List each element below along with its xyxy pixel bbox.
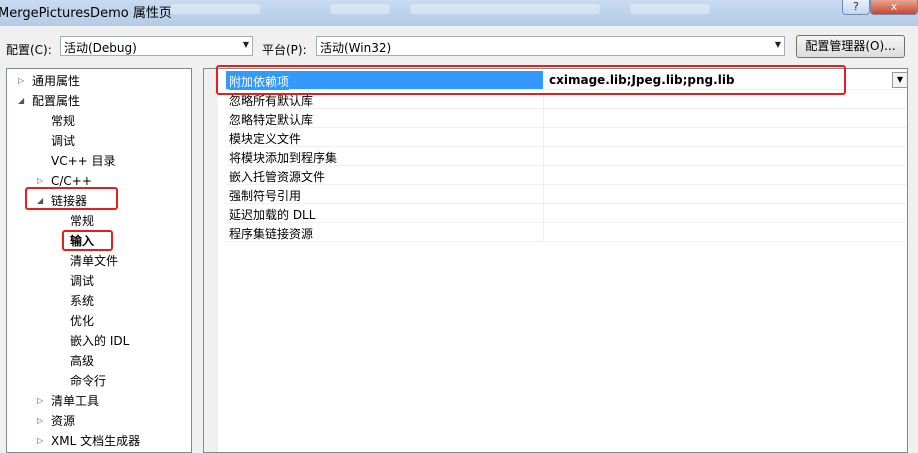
tree-item-label: 优化	[70, 314, 95, 328]
background-tab	[170, 4, 260, 14]
tree-item-general[interactable]: 常规	[7, 111, 191, 131]
property-name: 将模块添加到程序集	[229, 151, 338, 165]
tree-item-system[interactable]: 系统	[7, 291, 191, 311]
config-toolbar: 配置(C): 活动(Debug) ▼ 平台(P): 活动(Win32) ▼ 配置…	[0, 26, 918, 66]
tree-item-label: 清单文件	[70, 254, 119, 268]
tree-item-label: 嵌入的 IDL	[70, 334, 130, 348]
config-manager-button[interactable]: 配置管理器(O)...	[796, 35, 905, 58]
property-name: 延迟加载的 DLL	[229, 208, 316, 222]
property-name: 强制符号引用	[229, 189, 302, 203]
help-button[interactable]: ?	[842, 0, 870, 15]
tree-item-label: VC++ 目录	[51, 154, 116, 168]
background-tab	[630, 4, 710, 14]
chevron-down-icon: ▼	[774, 40, 781, 49]
chevron-down-icon[interactable]: ▼	[892, 72, 907, 88]
tree-item-label: 高级	[70, 354, 95, 368]
property-name: 程序集链接资源	[229, 227, 314, 241]
tree-item-label: 调试	[70, 274, 95, 288]
tree-item-label: 常规	[70, 214, 95, 228]
property-name: 模块定义文件	[229, 132, 302, 146]
property-row[interactable]: 嵌入托管资源文件	[226, 166, 907, 185]
tree-item-label: XML 文档生成器	[51, 434, 141, 448]
platform-select-value: 活动(Win32)	[320, 41, 392, 55]
tree-item-xml-doc-generator[interactable]: ▷ XML 文档生成器	[7, 431, 191, 451]
tree-item-vc-directories[interactable]: VC++ 目录	[7, 151, 191, 171]
tree-item-label: 常规	[51, 114, 76, 128]
tree-item-command-line[interactable]: 命令行	[7, 371, 191, 391]
expand-icon[interactable]: ▷	[18, 71, 24, 91]
tree-item-manifest-tool[interactable]: ▷ 清单工具	[7, 391, 191, 411]
expand-icon[interactable]: ▷	[37, 391, 43, 411]
grid-gutter	[204, 69, 218, 452]
tree-item-label: 资源	[51, 414, 76, 428]
tree-item-debugging[interactable]: 调试	[7, 131, 191, 151]
background-tab	[330, 4, 390, 14]
config-select[interactable]: 活动(Debug) ▼	[60, 36, 253, 56]
tree-item-config-properties[interactable]: ◢ 配置属性	[7, 91, 191, 111]
title-bar: MergePicturesDemo 属性页 ? x	[0, 0, 918, 26]
config-select-value: 活动(Debug)	[64, 41, 137, 55]
tree-item-label: 命令行	[70, 374, 107, 388]
property-tree[interactable]: ▷ 通用属性 ◢ 配置属性 常规 调试 VC++ 目录 ▷ C/C++ ◢ 链接…	[6, 68, 192, 453]
tree-item-label: 清单工具	[51, 394, 100, 408]
property-row[interactable]: 将模块添加到程序集	[226, 147, 907, 166]
property-row[interactable]: 程序集链接资源	[226, 223, 907, 242]
property-row[interactable]: 延迟加载的 DLL	[226, 204, 907, 223]
property-row[interactable]: 强制符号引用	[226, 185, 907, 204]
property-grid: 附加依赖项 cximage.lib;Jpeg.lib;png.lib ▼ 忽略所…	[203, 68, 908, 453]
tree-item-optimization[interactable]: 优化	[7, 311, 191, 331]
tree-item-label: 通用属性	[32, 74, 81, 88]
property-row[interactable]: 忽略特定默认库	[226, 109, 907, 128]
tree-item-common-properties[interactable]: ▷ 通用属性	[7, 71, 191, 91]
tree-item-label: 配置属性	[32, 94, 81, 108]
window-title: MergePicturesDemo 属性页	[0, 6, 172, 21]
tree-item-resources[interactable]: ▷ 资源	[7, 411, 191, 431]
tree-item-label: 系统	[70, 294, 95, 308]
tree-item-label: 调试	[51, 134, 76, 148]
platform-label: 平台(P):	[262, 43, 307, 57]
annotation-box-dependencies	[216, 65, 846, 95]
platform-select[interactable]: 活动(Win32) ▼	[316, 36, 785, 56]
tree-item-linker-debugging[interactable]: 调试	[7, 271, 191, 291]
expand-icon[interactable]: ▷	[37, 431, 43, 451]
property-name: 忽略特定默认库	[229, 113, 314, 127]
collapse-icon[interactable]: ◢	[18, 91, 24, 111]
config-label: 配置(C):	[6, 43, 52, 57]
annotation-box-linker	[25, 187, 118, 210]
annotation-box-input	[62, 230, 113, 251]
chevron-down-icon: ▼	[242, 40, 249, 49]
property-name: 嵌入托管资源文件	[229, 170, 326, 184]
close-button[interactable]: x	[870, 0, 918, 15]
tree-item-linker-general[interactable]: 常规	[7, 211, 191, 231]
tree-item-manifest-file[interactable]: 清单文件	[7, 251, 191, 271]
expand-icon[interactable]: ▷	[37, 411, 43, 431]
tree-item-advanced[interactable]: 高级	[7, 351, 191, 371]
property-row[interactable]: 模块定义文件	[226, 128, 907, 147]
background-tab	[410, 4, 600, 14]
tree-item-embedded-idl[interactable]: 嵌入的 IDL	[7, 331, 191, 351]
